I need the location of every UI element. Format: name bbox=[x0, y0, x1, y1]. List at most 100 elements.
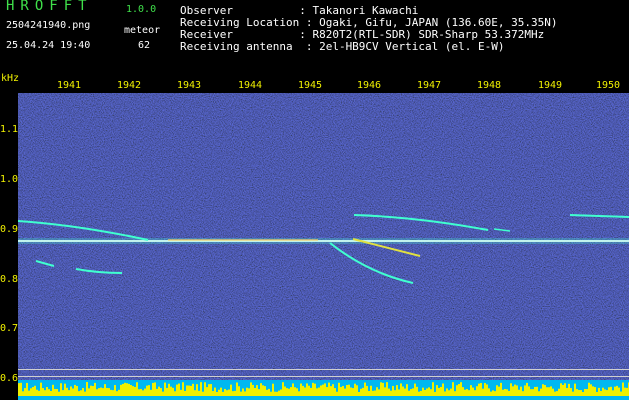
reference-line bbox=[18, 369, 629, 370]
file-name: 2504241940.png bbox=[6, 20, 91, 31]
signal-level-bar bbox=[378, 389, 380, 396]
signal-level-bar bbox=[408, 390, 410, 396]
signal-level-bar bbox=[196, 384, 198, 396]
signal-level-bar bbox=[296, 388, 298, 396]
signal-level-bar bbox=[48, 389, 50, 396]
signal-level-bar bbox=[474, 390, 476, 396]
signal-level-bar bbox=[222, 391, 224, 396]
signal-level-bar bbox=[396, 385, 398, 396]
signal-level-bar bbox=[506, 389, 508, 396]
signal-level-bar bbox=[498, 386, 500, 396]
signal-level-bar bbox=[134, 386, 136, 396]
signal-level-bar bbox=[110, 389, 112, 396]
signal-level-bar bbox=[210, 384, 212, 396]
signal-level-bar bbox=[468, 390, 470, 396]
signal-level-bar bbox=[36, 389, 38, 396]
signal-level-bar bbox=[322, 384, 324, 396]
spectrogram-plot bbox=[18, 93, 629, 400]
signal-level-bar bbox=[122, 383, 124, 396]
signal-level-bar bbox=[84, 391, 86, 396]
signal-level-bar bbox=[558, 388, 560, 396]
signal-level-bar bbox=[186, 385, 188, 396]
signal-level-bar bbox=[564, 383, 566, 396]
signal-level-bar bbox=[428, 387, 430, 396]
signal-level-bar bbox=[624, 387, 626, 396]
signal-level-bar bbox=[284, 386, 286, 396]
signal-level-bar bbox=[190, 385, 192, 396]
signal-level-bar bbox=[300, 383, 302, 396]
signal-level-bar bbox=[612, 390, 614, 396]
signal-level-bar bbox=[270, 391, 272, 396]
signal-level-bar bbox=[144, 388, 146, 396]
signal-level-bar bbox=[18, 383, 20, 396]
signal-level-bar bbox=[44, 390, 46, 396]
signal-level-bar bbox=[230, 384, 232, 396]
signal-level-bar bbox=[216, 391, 218, 396]
signal-level-bar bbox=[202, 391, 204, 396]
signal-level-bar bbox=[596, 391, 598, 396]
signal-level-bar bbox=[482, 388, 484, 396]
signal-level-bar bbox=[368, 390, 370, 396]
signal-level-bar bbox=[206, 387, 208, 396]
signal-level-bar bbox=[586, 389, 588, 396]
signal-level-bar bbox=[430, 389, 432, 396]
signal-level-bar bbox=[524, 385, 526, 396]
signal-level-bar bbox=[242, 388, 244, 396]
signal-level-bar bbox=[280, 389, 282, 396]
signal-level-bar bbox=[104, 384, 106, 396]
signal-level-bar bbox=[532, 389, 534, 396]
signal-level-bar bbox=[410, 389, 412, 396]
signal-level-bar bbox=[172, 387, 174, 396]
signal-level-bar bbox=[552, 388, 554, 396]
signal-level-bar bbox=[90, 385, 92, 396]
mode-label: meteor bbox=[124, 25, 161, 36]
signal-level-bar bbox=[380, 382, 382, 396]
signal-level-bar bbox=[200, 382, 202, 396]
signal-level-bar bbox=[218, 389, 220, 396]
signal-level-bar bbox=[204, 382, 206, 396]
signal-level-bar bbox=[50, 390, 52, 396]
signal-level-bar bbox=[436, 385, 438, 396]
signal-level-bar bbox=[180, 389, 182, 396]
signal-level-bar bbox=[602, 387, 604, 396]
signal-level-bar bbox=[334, 388, 336, 396]
signal-level-bar bbox=[562, 384, 564, 396]
signal-level-bar bbox=[28, 390, 30, 396]
signal-level-bar bbox=[504, 388, 506, 396]
signal-level-bar bbox=[554, 391, 556, 396]
signal-level-bar bbox=[158, 386, 160, 396]
signal-level-bar bbox=[330, 386, 332, 396]
signal-level-bar bbox=[516, 385, 518, 396]
signal-level-bar bbox=[234, 390, 236, 396]
signal-level-bar bbox=[58, 391, 60, 396]
signal-level-bar bbox=[490, 391, 492, 396]
signal-level-bar bbox=[162, 391, 164, 396]
x-tick-label: 1950 bbox=[595, 80, 621, 91]
signal-level-bar bbox=[418, 391, 420, 396]
signal-level-bar bbox=[576, 389, 578, 396]
signal-level-bar bbox=[572, 391, 574, 396]
signal-level-bar bbox=[594, 387, 596, 396]
signal-level-bar bbox=[390, 390, 392, 396]
signal-level-bar bbox=[316, 388, 318, 396]
signal-level-bar bbox=[416, 386, 418, 396]
signal-level-bar bbox=[64, 383, 66, 396]
signal-level-bar bbox=[76, 385, 78, 396]
signal-level-bar bbox=[472, 387, 474, 396]
signal-level-bar bbox=[256, 385, 258, 396]
signal-level-bar bbox=[384, 387, 386, 396]
signal-level-bar bbox=[376, 387, 378, 396]
signal-level-bar bbox=[348, 384, 350, 396]
signal-level-bar bbox=[174, 391, 176, 396]
y-tick-label: 0.8 bbox=[0, 274, 19, 285]
signal-level-bar bbox=[290, 387, 292, 396]
signal-level-bar bbox=[400, 383, 402, 396]
signal-level-bar bbox=[328, 382, 330, 396]
signal-level-bar bbox=[446, 388, 448, 396]
signal-level-bar bbox=[500, 382, 502, 396]
signal-level-bar bbox=[458, 383, 460, 396]
signal-level-bar bbox=[56, 388, 58, 396]
meteor-count: 62 bbox=[138, 40, 151, 51]
signal-level-bar bbox=[82, 387, 84, 396]
signal-level-bar bbox=[138, 389, 140, 396]
